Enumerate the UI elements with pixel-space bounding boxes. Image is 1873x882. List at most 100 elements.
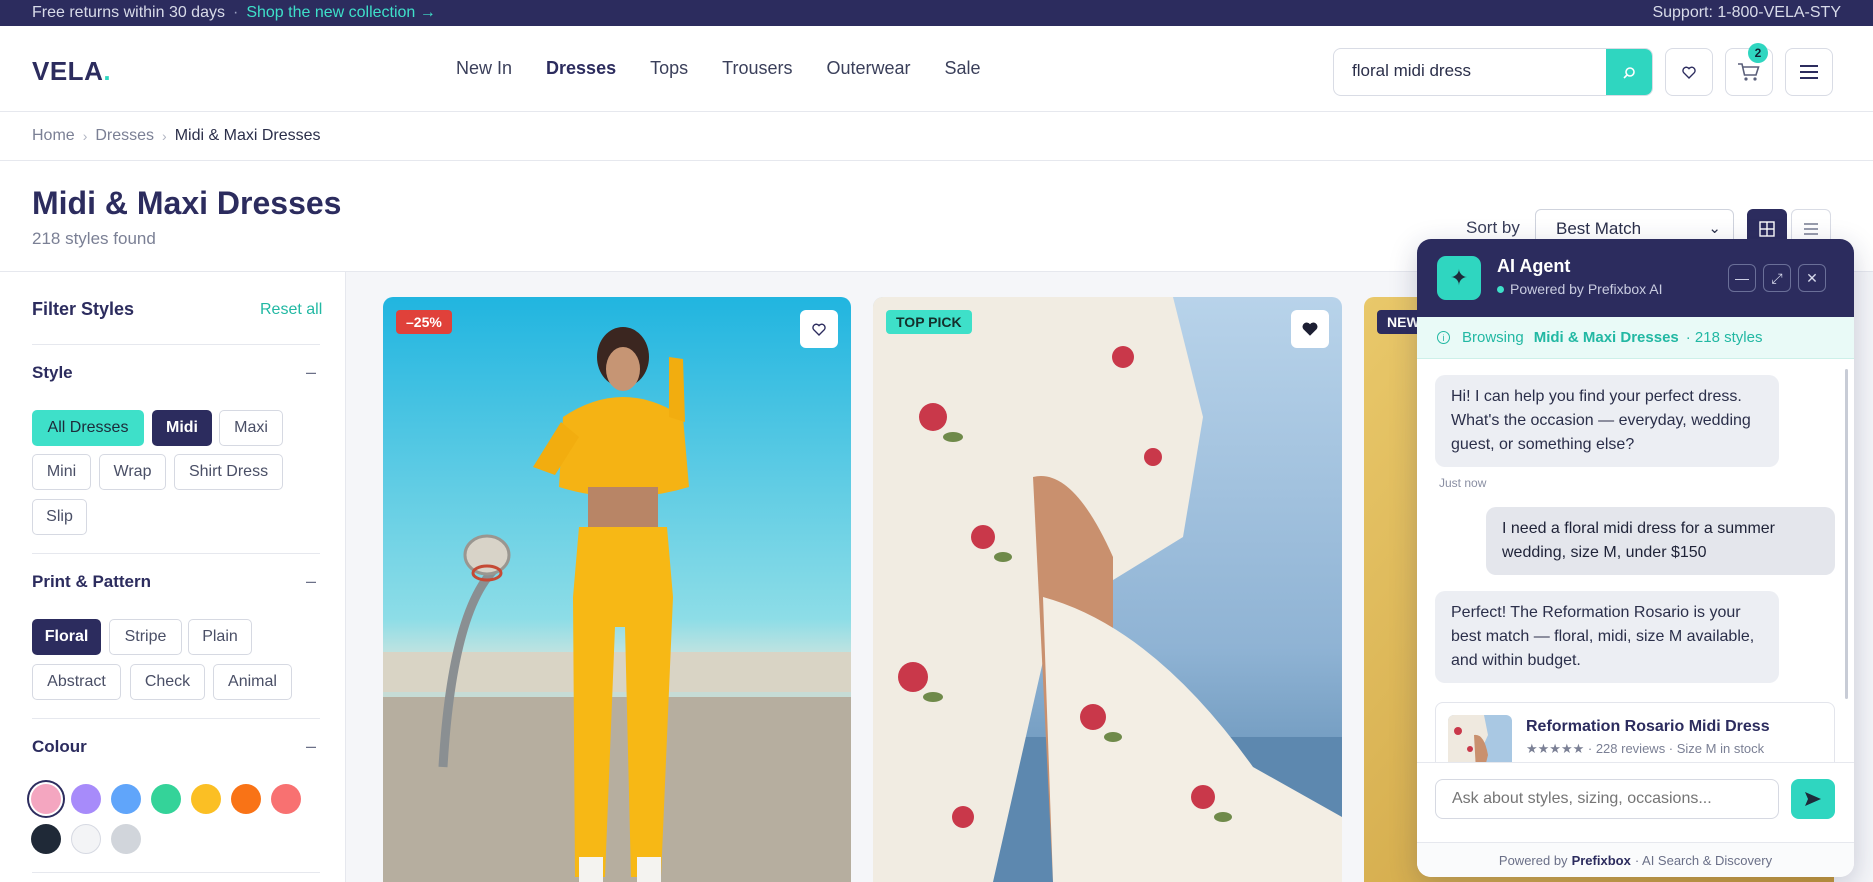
recommended-product-card[interactable]: Reformation Rosario Midi Dress ★★★★★ · 2… [1435, 702, 1835, 762]
chip-shirt-dress[interactable]: Shirt Dress [174, 454, 283, 490]
collapse-style-toggle[interactable]: – [306, 362, 316, 383]
colour-swatch[interactable] [151, 784, 181, 814]
colour-swatch[interactable] [191, 784, 221, 814]
collapse-print-toggle[interactable]: – [306, 571, 316, 592]
nav-tops[interactable]: Tops [650, 58, 688, 79]
filter-heading: Filter Styles [32, 299, 135, 319]
chevron-right-icon: › [82, 128, 88, 144]
minimize-button[interactable]: — [1728, 264, 1756, 292]
chevron-down-icon: ⌄ [1708, 220, 1721, 237]
colour-section-title: Colour [32, 737, 87, 756]
chip-plain[interactable]: Plain [188, 619, 252, 655]
breadcrumb-current: Midi & Maxi Dresses [174, 127, 321, 144]
search-input[interactable] [1352, 61, 1562, 81]
page-title: Midi & Maxi Dresses [32, 185, 342, 221]
product-image [383, 297, 851, 882]
colour-swatch[interactable] [71, 824, 101, 854]
close-button[interactable]: ✕ [1798, 264, 1826, 292]
nav-sale[interactable]: Sale [945, 58, 981, 79]
chip-all-dresses[interactable]: All Dresses [32, 410, 144, 446]
context-prefix: Browsing [1462, 329, 1524, 346]
search-button[interactable] [1606, 49, 1652, 95]
grid-icon [1759, 221, 1775, 237]
message-timestamp: Just now [1439, 476, 1487, 490]
style-section-title: Style [32, 363, 73, 382]
chip-slip[interactable]: Slip [32, 499, 87, 535]
product-thumbnail [1448, 715, 1512, 762]
chevron-right-icon: › [162, 128, 167, 144]
chat-footer: Powered by Prefixbox · AI Search & Discove… [1417, 842, 1854, 877]
chip-stripe[interactable]: Stripe [109, 619, 182, 655]
main-nav: New In Dresses Tops Trousers Outerwear S… [456, 58, 1015, 79]
promo-bar: Free returns within 30 days · Shop the n… [0, 0, 1873, 26]
colour-swatch[interactable] [31, 824, 61, 854]
print-section-title: Print & Pattern [32, 572, 152, 591]
colour-swatch[interactable] [271, 784, 301, 814]
breadcrumb-dresses[interactable]: Dresses [95, 127, 154, 145]
product-name[interactable]: Reformation Rosario Midi Dress [1526, 718, 1770, 736]
prefixbox-brand[interactable]: Prefixbox [1572, 853, 1631, 868]
promo-message: Free returns within 30 days [32, 4, 225, 21]
expand-button[interactable]: ⤢ [1763, 264, 1791, 292]
list-icon [1804, 223, 1818, 235]
product-card[interactable]: –25% [383, 297, 851, 882]
cart-icon [1738, 63, 1760, 81]
ai-chat-widget: ✦ AI Agent Powered by Prefixbox AI — ⤢ ✕… [1417, 239, 1854, 877]
context-category: Midi & Maxi Dresses [1533, 329, 1679, 346]
colour-swatch[interactable] [71, 784, 101, 814]
cart-button[interactable]: 2 [1725, 43, 1773, 96]
heart-filled-icon [1302, 322, 1318, 336]
bot-message: Perfect! The Reformation Rosario is your… [1435, 591, 1779, 683]
promo-link[interactable]: Shop the new collection → [246, 4, 435, 22]
breadcrumb-home[interactable]: Home [32, 127, 75, 145]
hamburger-icon [1800, 65, 1818, 79]
chat-input[interactable] [1435, 779, 1779, 819]
product-card[interactable]: TOP PICK [873, 297, 1342, 882]
sort-label: Sort by [1466, 218, 1520, 237]
heart-icon [1682, 66, 1696, 79]
breadcrumb: Home › Dresses › Midi & Maxi Dresses [0, 112, 1873, 161]
send-icon [1805, 792, 1821, 806]
expand-icon: ⤢ [1771, 269, 1783, 286]
promo-separator: · [232, 4, 239, 21]
product-image [873, 297, 1342, 882]
colour-swatch[interactable] [231, 784, 261, 814]
chip-midi[interactable]: Midi [152, 410, 212, 446]
nav-outerwear[interactable]: Outerwear [826, 58, 910, 79]
context-count: · 218 styles [1685, 329, 1763, 346]
chat-scrollbar[interactable] [1845, 369, 1848, 699]
colour-swatch[interactable] [31, 784, 61, 814]
product-meta: ★★★★★ · 228 reviews · Size M in stock [1526, 741, 1765, 756]
close-icon: ✕ [1806, 269, 1818, 286]
reset-filters-link[interactable]: Reset all [260, 301, 322, 319]
logo[interactable]: VELA. [32, 56, 111, 87]
chat-title: AI Agent [1497, 256, 1571, 276]
chip-wrap[interactable]: Wrap [99, 454, 166, 490]
chip-check[interactable]: Check [130, 664, 205, 700]
chat-header: ✦ AI Agent Powered by Prefixbox AI — ⤢ ✕ [1417, 239, 1854, 317]
nav-dresses[interactable]: Dresses [546, 58, 616, 79]
chip-floral[interactable]: Floral [32, 619, 101, 655]
wishlist-toggle[interactable] [1291, 310, 1329, 348]
collapse-colour-toggle[interactable]: – [306, 736, 316, 757]
chip-mini[interactable]: Mini [32, 454, 91, 490]
chip-maxi[interactable]: Maxi [219, 410, 283, 446]
colour-swatch[interactable] [111, 784, 141, 814]
chip-abstract[interactable]: Abstract [32, 664, 121, 700]
divider [32, 344, 320, 345]
menu-button[interactable] [1785, 48, 1833, 96]
send-button[interactable] [1791, 779, 1835, 819]
wishlist-button[interactable] [1665, 48, 1713, 96]
nav-new-in[interactable]: New In [456, 58, 512, 79]
divider [32, 872, 320, 873]
chip-animal[interactable]: Animal [213, 664, 292, 700]
sparkle-icon: ✦ [1437, 256, 1481, 300]
discount-badge: –25% [396, 310, 452, 334]
wishlist-toggle[interactable] [800, 310, 838, 348]
chat-composer [1417, 762, 1854, 842]
nav-trousers[interactable]: Trousers [722, 58, 792, 79]
browsing-context-bar: i Browsing Midi & Maxi Dresses · 218 sty… [1417, 317, 1854, 359]
colour-swatch[interactable] [111, 824, 141, 854]
divider [32, 553, 320, 554]
search-box [1333, 48, 1653, 96]
